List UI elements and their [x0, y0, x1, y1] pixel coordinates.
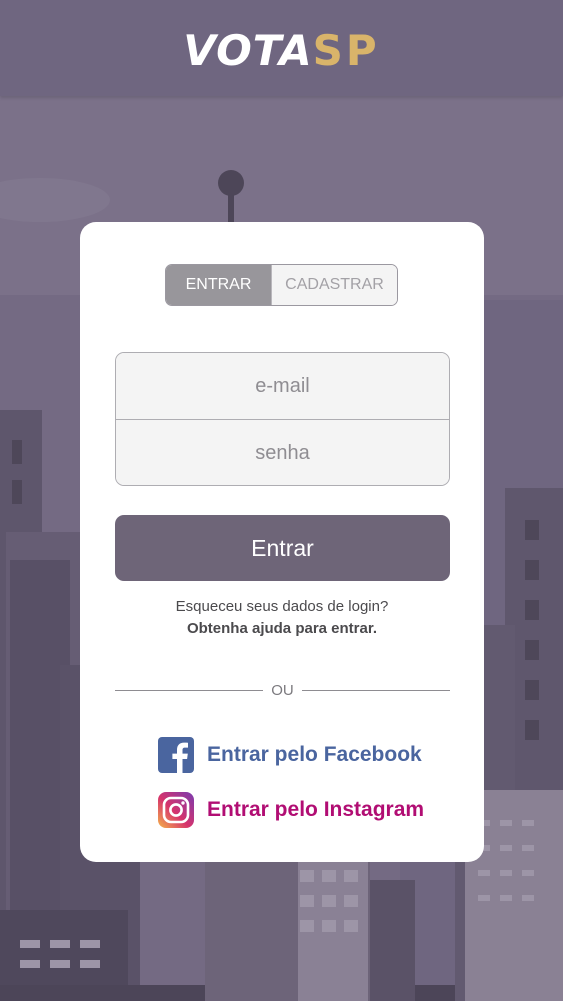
- email-field[interactable]: [116, 353, 449, 419]
- or-label: OU: [271, 681, 294, 699]
- login-fields: [115, 352, 450, 486]
- divider-line-left: [115, 689, 264, 691]
- tab-entrar[interactable]: ENTRAR: [166, 265, 271, 305]
- divider-line-right: [301, 689, 450, 691]
- login-button[interactable]: Entrar: [115, 515, 450, 581]
- app-header: VOTASP: [0, 0, 563, 96]
- password-field[interactable]: [116, 420, 449, 485]
- get-help-link[interactable]: Obtenha ajuda para entrar.: [80, 620, 484, 637]
- instagram-login-label: Entrar pelo Instagram: [207, 798, 425, 821]
- tab-cadastrar[interactable]: CADASTRAR: [271, 265, 397, 305]
- app-logo: VOTASP: [0, 26, 563, 76]
- facebook-icon: [158, 737, 194, 773]
- facebook-login-button[interactable]: Entrar pelo Facebook: [158, 737, 422, 773]
- facebook-login-label: Entrar pelo Facebook: [207, 743, 422, 766]
- forgot-login-text: Esqueceu seus dados de login?: [175, 598, 389, 615]
- logo-sp-text: SP: [312, 26, 380, 75]
- auth-tabs: ENTRAR CADASTRAR: [165, 264, 398, 306]
- or-divider: OU: [115, 680, 450, 700]
- login-card: ENTRAR CADASTRAR Entrar Esqueceu seus da…: [80, 222, 484, 862]
- instagram-login-button[interactable]: Entrar pelo Instagram: [158, 792, 424, 828]
- instagram-icon: [158, 792, 194, 828]
- logo-vota-text: VOTA: [183, 26, 313, 75]
